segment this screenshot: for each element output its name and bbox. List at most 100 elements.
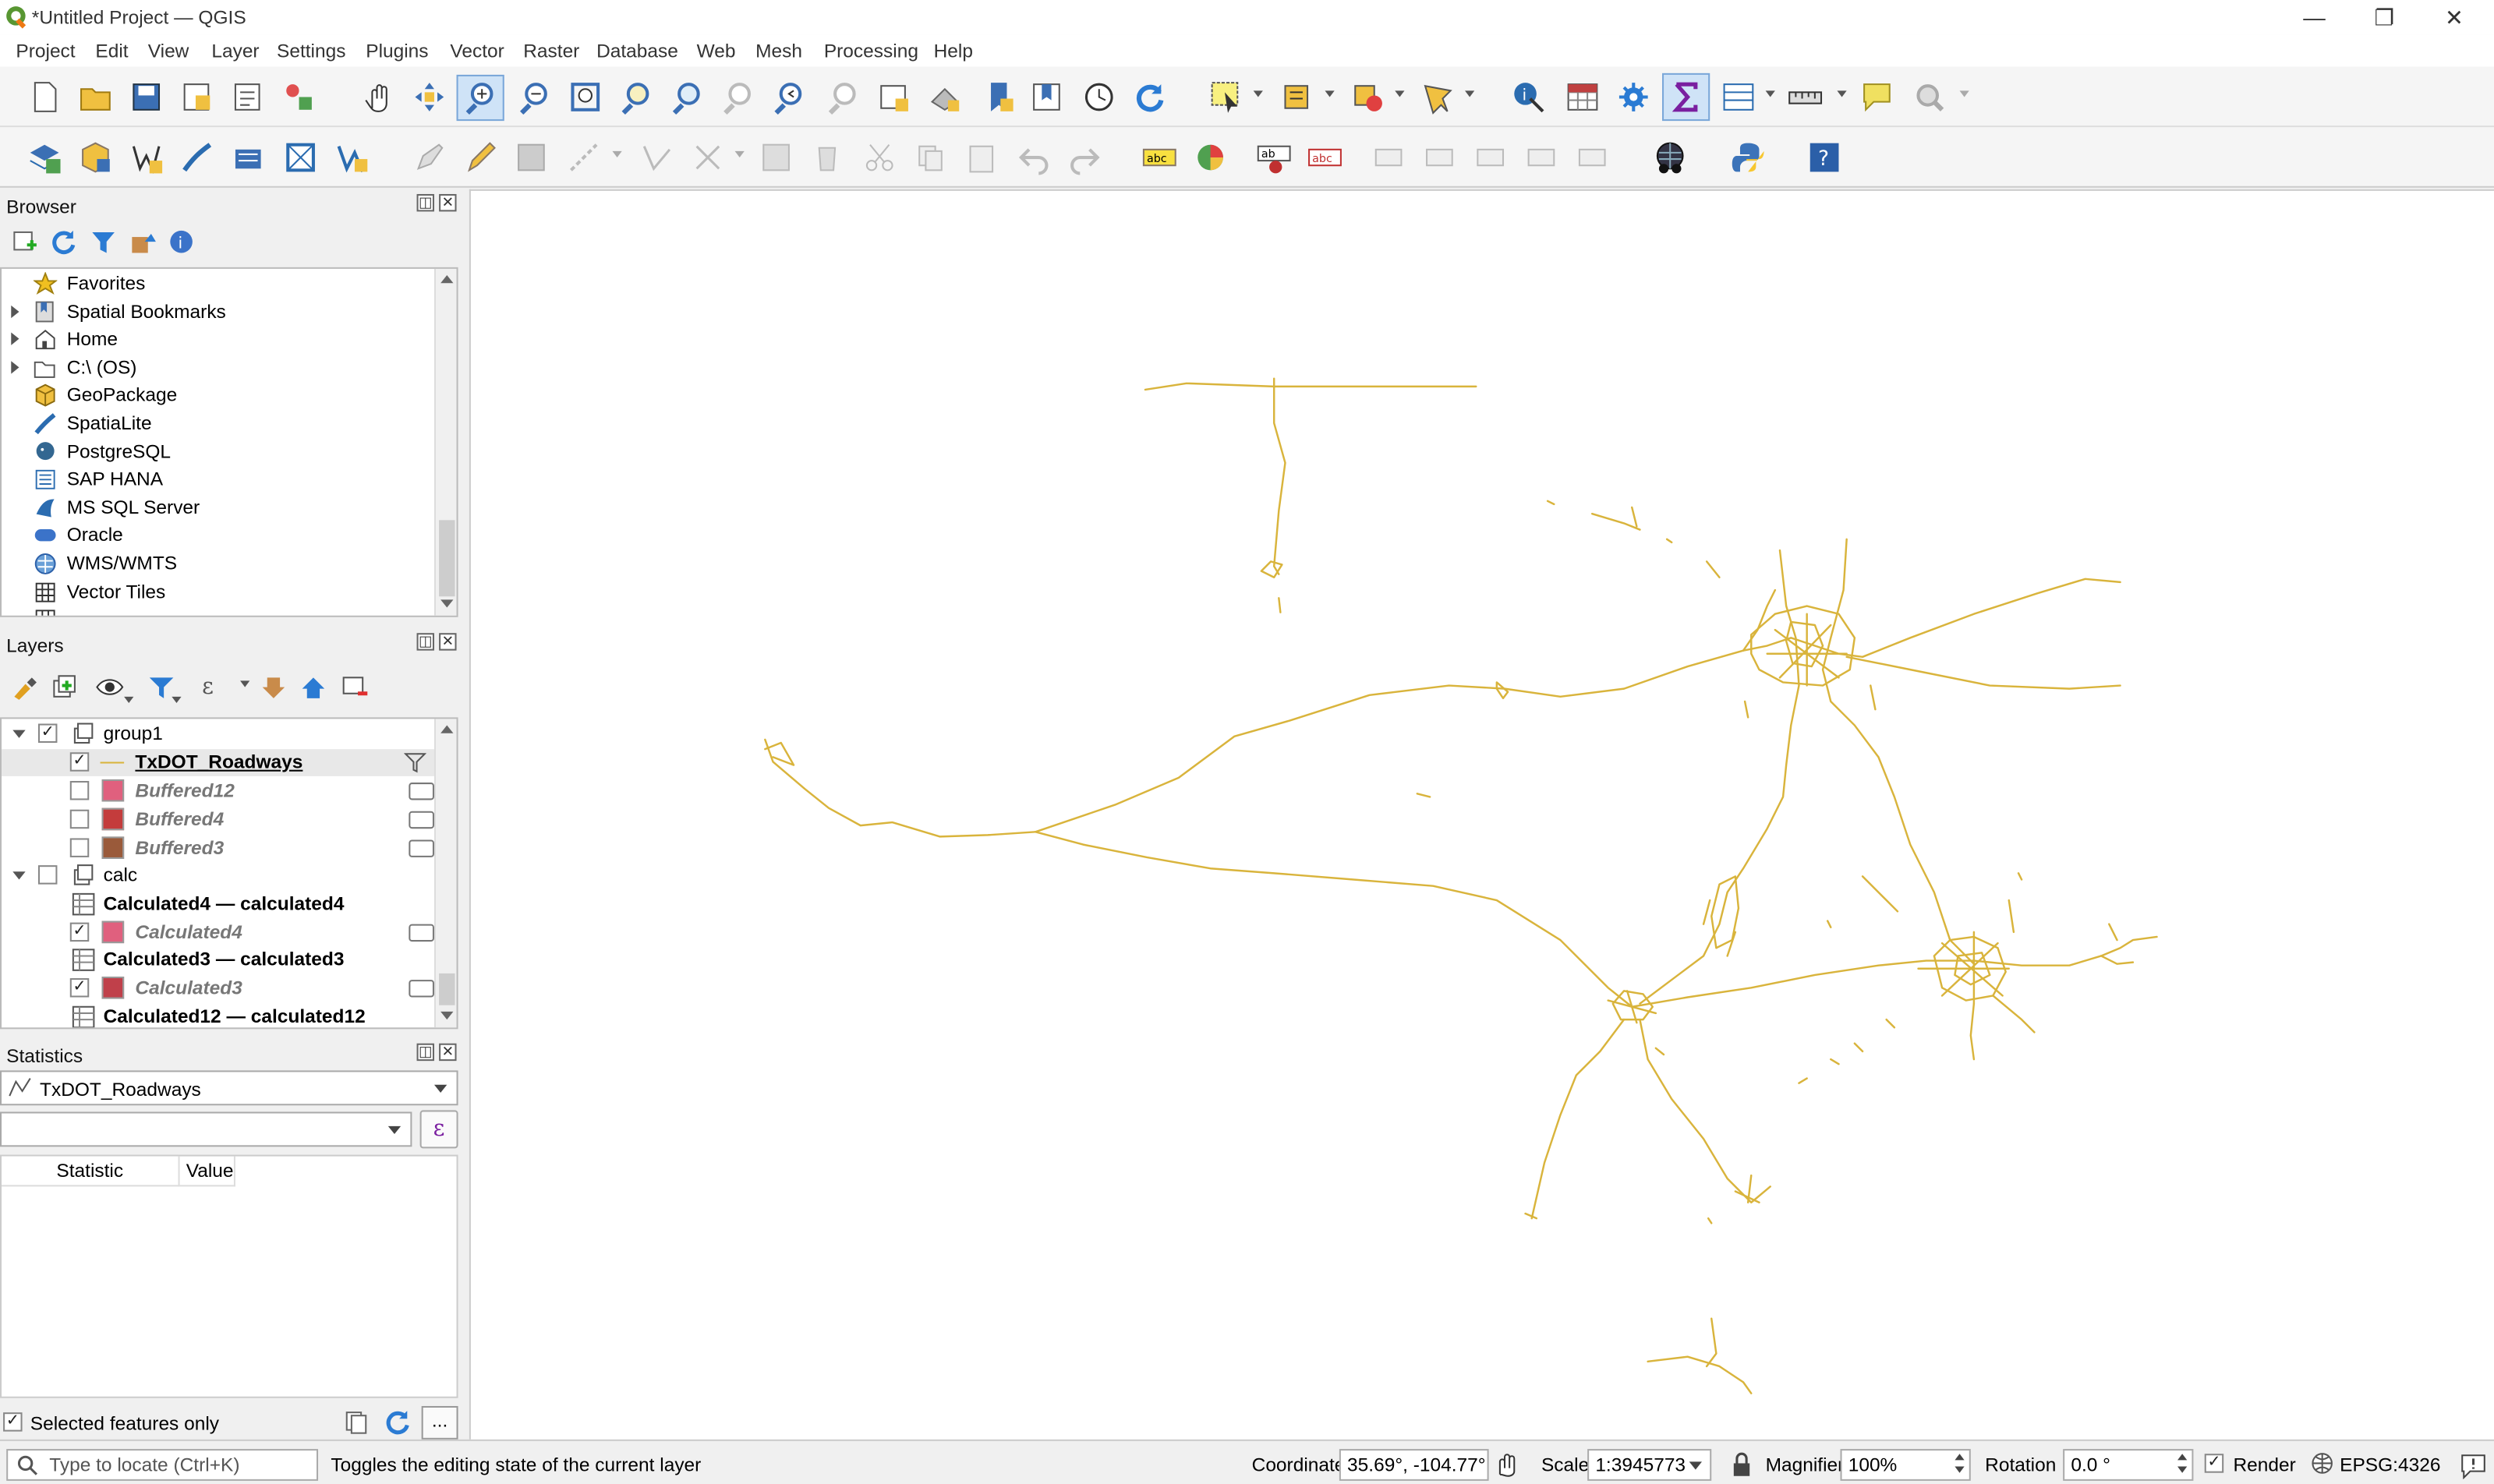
- layer-calculated4[interactable]: ✓ Calculated4: [2, 920, 456, 947]
- new-geopackage-layer-icon[interactable]: [78, 140, 113, 175]
- show-hide-labels-icon[interactable]: abc: [1307, 140, 1343, 175]
- statistics-layer-select[interactable]: TxDOT_Roadways: [0, 1070, 458, 1106]
- add-group-icon[interactable]: [51, 674, 78, 701]
- browser-item[interactable]: SpatiaLite: [2, 411, 456, 438]
- menu-settings[interactable]: Settings: [277, 40, 345, 62]
- new-mesh-layer-icon[interactable]: [334, 140, 369, 175]
- style-manager-icon[interactable]: [281, 80, 317, 115]
- layer-buffered4[interactable]: Buffered4: [2, 807, 456, 834]
- save-project-icon[interactable]: [129, 80, 164, 115]
- data-source-manager-icon[interactable]: [27, 140, 62, 175]
- filter-indicator-icon[interactable]: [404, 752, 426, 773]
- zoom-out-icon[interactable]: [517, 80, 552, 115]
- layer-calculated12-table[interactable]: Calculated12 — calculated12: [2, 1004, 456, 1028]
- expand-all-icon[interactable]: [262, 674, 290, 701]
- buffered3-checkbox[interactable]: [69, 838, 90, 857]
- buffered4-checkbox[interactable]: [69, 809, 90, 829]
- statistics-field-select[interactable]: [0, 1111, 412, 1147]
- processing-toolbox-icon[interactable]: [1616, 80, 1651, 115]
- layer-calculated3[interactable]: ✓ Calculated3: [2, 975, 456, 1002]
- calc-checkbox[interactable]: [37, 865, 58, 885]
- label-toolbar-icon[interactable]: abc: [1142, 140, 1177, 175]
- open-layer-styling-icon[interactable]: [11, 674, 38, 701]
- new-bookmark-icon[interactable]: [982, 80, 1017, 115]
- browser-item[interactable]: Home: [2, 327, 456, 354]
- expand-arrow-icon[interactable]: [11, 360, 19, 374]
- new-temporary-layer-icon[interactable]: [231, 140, 266, 175]
- layout-manager-icon[interactable]: [231, 80, 266, 115]
- txdot-checkbox[interactable]: ✓: [69, 752, 90, 772]
- browser-item-partial[interactable]: [2, 606, 456, 616]
- new-spatialite-layer-icon[interactable]: [180, 140, 215, 175]
- locator-input[interactable]: Type to locate (Ctrl+K): [6, 1449, 319, 1481]
- float-panel-button[interactable]: ◫: [416, 633, 434, 651]
- pan-to-selection-icon[interactable]: [412, 80, 447, 115]
- layer-calculated4-table[interactable]: Calculated4 — calculated4: [2, 891, 456, 918]
- refresh-browser-icon[interactable]: [51, 229, 76, 255]
- python-console-icon[interactable]: [1731, 140, 1766, 175]
- layer-buffered3[interactable]: Buffered3: [2, 835, 456, 862]
- open-project-icon[interactable]: [78, 80, 113, 115]
- filter-browser-icon[interactable]: [90, 229, 116, 255]
- minimize-button[interactable]: —: [2278, 0, 2351, 35]
- menu-project[interactable]: Project: [16, 40, 75, 62]
- help-contents-icon[interactable]: ?: [1807, 140, 1842, 175]
- layers-scrollbar[interactable]: [433, 719, 457, 1028]
- globe-plugin-icon[interactable]: [1653, 140, 1688, 175]
- measure-line-icon[interactable]: [1788, 80, 1823, 115]
- coordinate-field[interactable]: 35.69°, -104.77°: [1339, 1449, 1489, 1481]
- float-panel-button[interactable]: ◫: [416, 193, 434, 212]
- buffered12-checkbox[interactable]: [69, 780, 90, 800]
- attributes-toolbar-icon[interactable]: [1721, 80, 1756, 115]
- select-features-icon[interactable]: [1209, 80, 1244, 115]
- select-by-value-icon[interactable]: [1280, 80, 1315, 115]
- deselect-features-icon[interactable]: [1350, 80, 1385, 115]
- menu-database[interactable]: Database: [596, 40, 678, 62]
- magnifier-spinbox[interactable]: 100%: [1840, 1449, 1971, 1481]
- statistics-column-statistic[interactable]: Statistic: [2, 1156, 180, 1187]
- refresh-icon[interactable]: [1133, 80, 1168, 115]
- map-tips-icon[interactable]: [1859, 80, 1894, 115]
- zoom-to-selection-icon[interactable]: [619, 80, 654, 115]
- browser-item[interactable]: Spatial Bookmarks: [2, 299, 456, 326]
- float-panel-button[interactable]: ◫: [416, 1043, 434, 1062]
- new-print-layout-icon[interactable]: [180, 80, 215, 115]
- close-button[interactable]: ✕: [2418, 0, 2491, 35]
- menu-help[interactable]: Help: [934, 40, 973, 62]
- calculated4-checkbox[interactable]: ✓: [69, 922, 90, 942]
- zoom-in-icon[interactable]: [463, 80, 498, 115]
- browser-item[interactable]: PostgreSQL: [2, 438, 456, 465]
- browser-item[interactable]: GeoPackage: [2, 383, 456, 410]
- collapse-all-layers-icon[interactable]: [302, 674, 330, 701]
- layer-diagram-icon[interactable]: [1193, 140, 1228, 175]
- memory-layer-indicator-icon[interactable]: [409, 783, 434, 800]
- add-selected-layers-icon[interactable]: [11, 229, 37, 255]
- statistics-column-value[interactable]: Value: [179, 1156, 235, 1187]
- expression-button[interactable]: ε: [419, 1110, 458, 1149]
- menu-mesh[interactable]: Mesh: [755, 40, 802, 62]
- filter-legend-icon[interactable]: [148, 674, 175, 701]
- select-location-icon[interactable]: [1420, 80, 1456, 115]
- messages-icon[interactable]: [2459, 1450, 2488, 1479]
- close-panel-button[interactable]: ✕: [439, 193, 457, 212]
- toggle-extents-icon[interactable]: [1495, 1452, 1521, 1478]
- temporal-controller-icon[interactable]: [1081, 80, 1116, 115]
- rotation-spinbox[interactable]: 0.0 °: [2063, 1449, 2194, 1481]
- browser-item[interactable]: C:\ (OS): [2, 355, 456, 382]
- layer-calculated3-table[interactable]: Calculated3 — calculated3: [2, 946, 456, 973]
- new-shapefile-layer-icon[interactable]: [129, 140, 164, 175]
- new-map-view-icon[interactable]: [876, 80, 911, 115]
- memory-layer-indicator-icon[interactable]: [409, 924, 434, 942]
- identify-features-icon[interactable]: i: [1511, 80, 1546, 115]
- browser-item[interactable]: MS SQL Server: [2, 494, 456, 521]
- show-bookmarks-icon[interactable]: [1029, 80, 1064, 115]
- menu-web[interactable]: Web: [697, 40, 736, 62]
- group1-checkbox[interactable]: ✓: [37, 723, 58, 744]
- memory-layer-indicator-icon[interactable]: [409, 811, 434, 829]
- menu-plugins[interactable]: Plugins: [366, 40, 428, 62]
- filter-expression-icon[interactable]: ε: [199, 673, 226, 700]
- statistics-summary-icon[interactable]: [1668, 80, 1703, 115]
- memory-layer-indicator-icon[interactable]: [409, 980, 434, 998]
- maximize-button[interactable]: ❐: [2347, 0, 2421, 35]
- zoom-full-icon[interactable]: [568, 80, 603, 115]
